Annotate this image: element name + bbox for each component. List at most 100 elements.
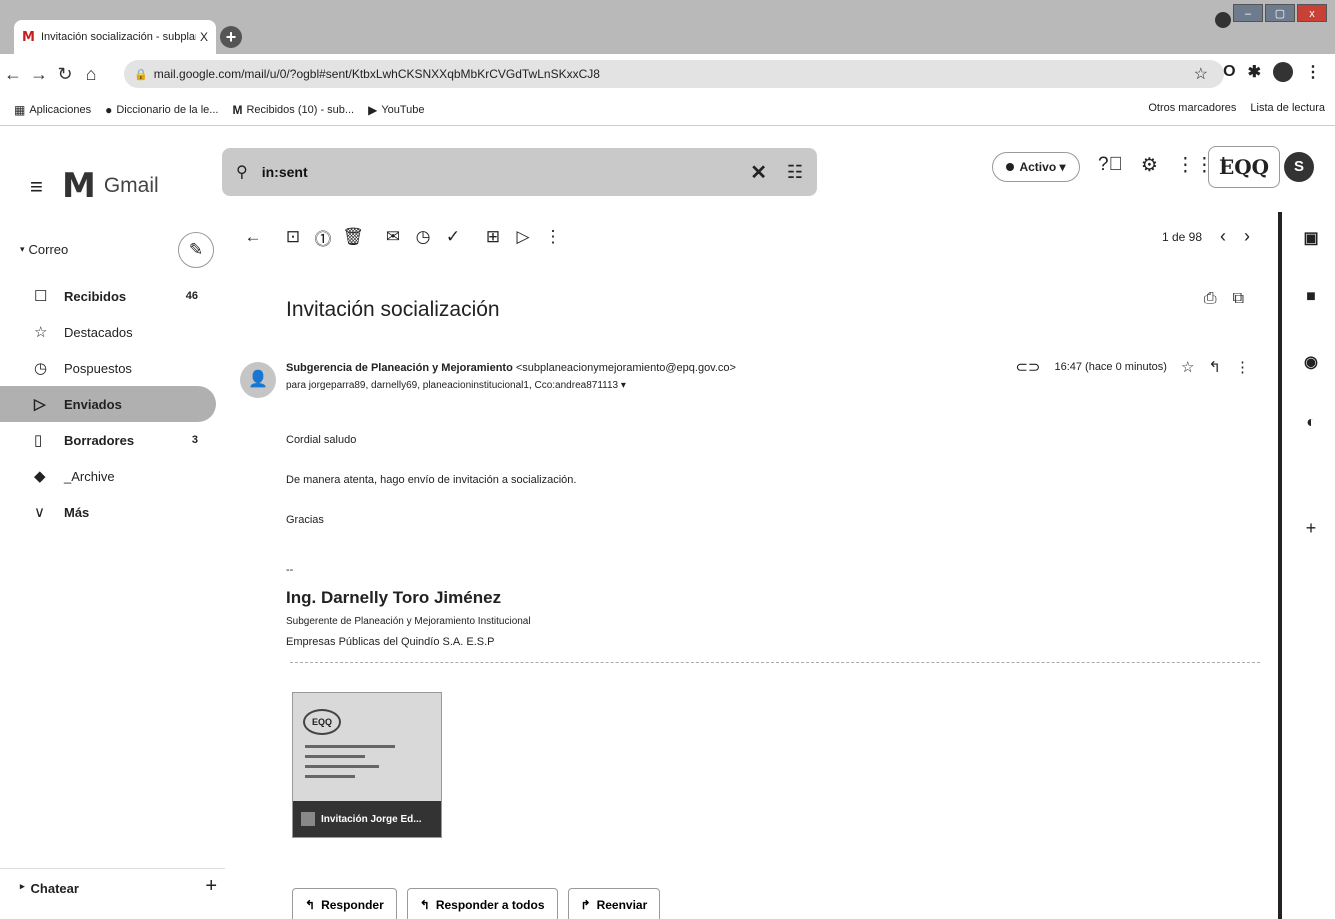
mark-unread-icon[interactable]: ✉ — [378, 227, 408, 247]
search-bar: ⚲ ✕ ☷ — [222, 148, 817, 196]
reply-icon[interactable]: ↰ — [1208, 358, 1221, 376]
recipients-line[interactable]: para jorgeparra89, darnelly69, planeacio… — [286, 380, 626, 391]
archive-icon[interactable]: ⊡ — [278, 227, 308, 247]
contacts-icon[interactable]: ◐ — [1300, 414, 1322, 436]
compose-button[interactable]: ✎ — [178, 232, 214, 268]
bookmark-star-icon[interactable]: ☆ — [1194, 64, 1208, 84]
bookmark-dictionary[interactable]: ● Diccionario de la le... — [105, 103, 218, 117]
print-icon[interactable]: ⎙ — [1204, 290, 1217, 308]
help-icon[interactable]: ?⃝ — [1098, 154, 1123, 177]
status-dropdown[interactable]: Activo ▾ — [992, 152, 1080, 182]
reply-icon: ↰ — [305, 898, 316, 912]
search-input[interactable] — [261, 164, 742, 180]
bookmark-youtube[interactable]: ▶ YouTube — [368, 103, 424, 117]
more-options-icon[interactable]: ⋮ — [538, 227, 568, 247]
label-icon[interactable]: ▷ — [508, 227, 538, 247]
reading-list[interactable]: Lista de lectura — [1250, 102, 1325, 114]
sender-avatar[interactable]: 👤 — [240, 362, 276, 398]
newer-chevron-icon[interactable]: ‹ — [1220, 226, 1226, 247]
org-logo-icon: EQQ — [303, 709, 341, 735]
opera-extension-icon[interactable]: O — [1223, 63, 1235, 81]
forward-button[interactable]: ↱ Reenviar — [567, 888, 661, 919]
preview-line — [305, 765, 379, 768]
open-new-window-icon[interactable]: ⧉ — [1233, 290, 1244, 308]
sidebar-item-sent[interactable]: ▷ Enviados — [0, 386, 216, 422]
message-time: 16:47 (hace 0 minutos) — [1054, 361, 1167, 373]
sidebar: ▾ Correo ✎ ☐ Recibidos 46 ☆ Destacados ◷… — [0, 212, 225, 919]
sidebar-item-drafts[interactable]: ▯ Borradores 3 — [0, 422, 216, 458]
browser-extensions: O ✱ ⋮ — [1223, 62, 1321, 82]
search-options-icon[interactable]: ☷ — [787, 162, 803, 183]
body-paragraph: Cordial saludo — [286, 434, 357, 446]
tab-close-button[interactable]: X — [200, 30, 208, 44]
sidebar-item-inbox[interactable]: ☐ Recibidos 46 — [0, 278, 216, 314]
back-icon[interactable]: ← — [0, 64, 26, 85]
status-label: Activo — [1019, 160, 1057, 174]
new-chat-button[interactable]: + — [205, 875, 217, 898]
report-spam-icon[interactable]: ⓵ — [308, 225, 338, 250]
star-icon: ☆ — [34, 324, 48, 341]
chat-section[interactable]: ▸ Chatear + — [0, 868, 225, 898]
organization-logo[interactable]: EQQ — [1208, 146, 1280, 188]
delete-icon[interactable]: 🗑 — [338, 227, 368, 247]
sidebar-item-snoozed[interactable]: ◷ Pospuestos — [0, 350, 216, 386]
extensions-puzzle-icon[interactable]: ✱ — [1248, 62, 1261, 82]
keep-icon[interactable]: ■ — [1300, 288, 1322, 310]
main-menu-icon[interactable]: ≡ — [30, 174, 43, 200]
mail-section-label: Correo — [28, 242, 69, 257]
tasks-icon[interactable]: ◉ — [1300, 352, 1322, 374]
browser-profile-avatar[interactable] — [1273, 62, 1293, 82]
recipients-text: para jorgeparra89, darnelly69, planeacio… — [286, 380, 619, 391]
calendar-icon[interactable]: ▣ — [1300, 228, 1322, 250]
settings-gear-icon[interactable]: ⚙ — [1141, 154, 1158, 177]
reload-icon[interactable]: ↻ — [52, 64, 78, 85]
clear-search-icon[interactable]: ✕ — [750, 160, 767, 185]
reply-actions: ↰ Responder ↰ Responder a todos ↱ Reenvi… — [292, 888, 661, 919]
browser-tab[interactable]: M Invitación socialización - subplan X — [14, 20, 216, 54]
reply-all-icon: ↰ — [419, 898, 430, 912]
message-subject: Invitación socialización — [286, 298, 500, 321]
sender-email: <subplaneacionymejoramiento@epq.gov.co> — [515, 362, 736, 374]
profile-icon[interactable] — [1215, 12, 1231, 28]
signature-name: Ing. Darnelly Toro Jiménez — [286, 588, 502, 607]
recipients-dropdown-icon[interactable]: ▾ — [621, 380, 626, 391]
sidebar-item-archive[interactable]: ◆ _Archive — [0, 458, 216, 494]
gmail-logo[interactable]: M Gmail — [62, 166, 159, 206]
bookmark-label: Recibidos (10) - sub... — [246, 103, 355, 116]
account-avatar[interactable]: S — [1284, 152, 1314, 182]
back-arrow-icon[interactable]: ← — [238, 227, 268, 247]
reply-all-button[interactable]: ↰ Responder a todos — [406, 888, 558, 919]
message-view: ← ⊡ ⓵ 🗑 ✉ ◷ ✓ ⊞ ▷ ⋮ 1 de 98 ‹ › Invitaci… — [228, 212, 1278, 919]
sidebar-item-more[interactable]: ∨ Más — [0, 494, 216, 530]
bookmark-apps[interactable]: ▦ Aplicaciones — [14, 103, 91, 117]
home-icon[interactable]: ⌂ — [78, 64, 104, 85]
older-chevron-icon[interactable]: › — [1244, 226, 1250, 247]
bookmark-gmail[interactable]: M Recibidos (10) - sub... — [232, 103, 354, 117]
search-icon[interactable]: ⚲ — [236, 162, 248, 182]
attachments-divider — [290, 662, 1260, 663]
sidebar-item-starred[interactable]: ☆ Destacados — [0, 314, 216, 350]
move-to-icon[interactable]: ⊞ — [478, 227, 508, 247]
attachment-label: Invitación Jorge Ed... — [293, 801, 441, 837]
mail-section-header[interactable]: ▾ Correo — [20, 242, 68, 257]
address-bar[interactable]: 🔒 mail.google.com/mail/u/0/?ogbl#sent/Kt… — [124, 60, 1224, 88]
browser-menu-icon[interactable]: ⋮ — [1305, 62, 1321, 82]
new-tab-button[interactable]: + — [220, 26, 242, 48]
sender-name[interactable]: Subgerencia de Planeación y Mejoramiento — [286, 362, 513, 374]
sidebar-item-label: Destacados — [64, 324, 133, 340]
more-options-icon[interactable]: ⋮ — [1235, 358, 1250, 376]
close-window-button[interactable]: x — [1297, 4, 1327, 22]
add-task-icon[interactable]: ✓ — [438, 227, 468, 247]
attachment-card[interactable]: EQQ Invitación Jorge Ed... — [292, 692, 442, 838]
add-addon-icon[interactable]: + — [1300, 518, 1322, 540]
maximize-button[interactable]: ▢ — [1265, 4, 1295, 22]
minimize-button[interactable]: – — [1233, 4, 1263, 22]
other-bookmarks[interactable]: Otros marcadores — [1148, 102, 1236, 114]
attachment-indicator-icon: ⊂⊃ — [1015, 359, 1041, 376]
snooze-icon[interactable]: ◷ — [408, 227, 438, 247]
star-icon[interactable]: ☆ — [1181, 358, 1194, 376]
signature-title: Subgerente de Planeación y Mejoramiento … — [286, 616, 531, 627]
tab-title: Invitación socialización - subplan — [40, 31, 196, 43]
reply-button[interactable]: ↰ Responder — [292, 888, 397, 919]
forward-icon[interactable]: → — [26, 64, 52, 85]
